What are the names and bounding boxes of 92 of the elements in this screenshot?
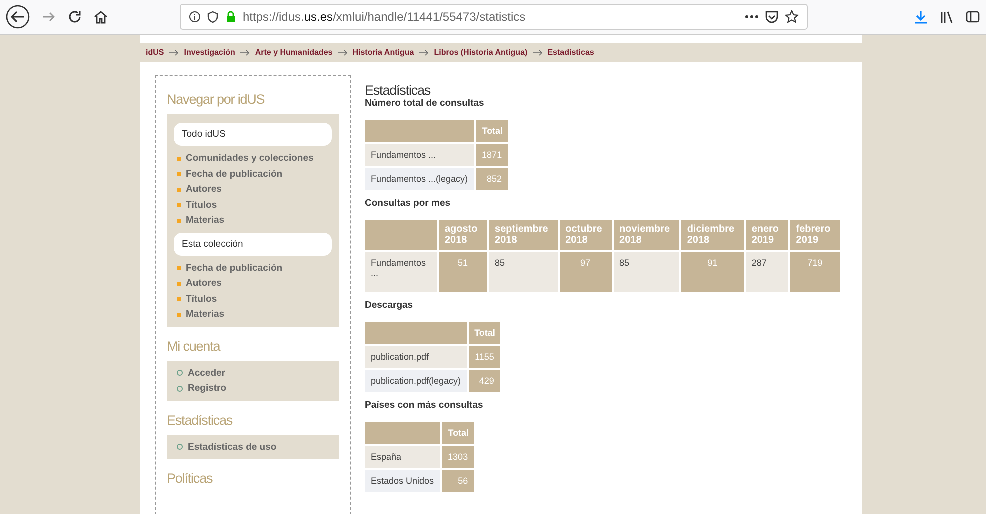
arrow-icon — [240, 50, 250, 56]
sidebar-heading: Estadísticas — [167, 412, 234, 428]
bullet-icon — [177, 188, 181, 192]
header-cell: noviembre 2018 — [614, 220, 680, 250]
sidebar-link[interactable]: Autores — [186, 182, 222, 198]
table-cell: España — [365, 446, 440, 468]
library-icon[interactable] — [940, 10, 954, 24]
breadcrumb-link[interactable]: idUS — [146, 48, 164, 57]
table-cell: 429 — [469, 370, 500, 392]
section-heading: Países con más consultas — [365, 400, 484, 411]
group-header: Todo idUS — [174, 123, 332, 146]
sidebar-heading: Políticas — [167, 471, 214, 486]
section-heading: Número total de consultas — [365, 98, 486, 109]
bullet-icon — [177, 156, 181, 161]
table-cell: Estados Unidos — [365, 470, 440, 492]
arrow-icon — [419, 50, 430, 56]
bullet-icon — [177, 266, 181, 270]
header-cell: agosto 2018 — [439, 220, 488, 250]
table-cell: 1871 — [476, 144, 508, 166]
breadcrumb-link[interactable]: Estadísticas — [548, 48, 594, 57]
breadcrumb-link[interactable]: Historia Antigua — [352, 48, 414, 57]
table-cell: 85 — [489, 252, 558, 292]
sidebar-link[interactable]: Registro — [188, 381, 227, 396]
header-cell: octubre 2018 — [560, 220, 612, 250]
breadcrumb-link[interactable]: Libros (Historia Antigua) — [434, 48, 528, 57]
arrow-icon — [169, 50, 180, 56]
table-cell: 1155 — [469, 346, 500, 368]
forward-icon[interactable] — [42, 10, 56, 24]
table-cell: 719 — [790, 252, 840, 292]
header-cell: diciembre 2018 — [681, 220, 744, 250]
page-title: Estadísticas — [365, 83, 432, 98]
table-cell: publication.pdf(legacy) — [365, 370, 468, 392]
sidebar-link[interactable]: Acceder — [188, 366, 226, 381]
breadcrumb-link[interactable]: Arte y Humanidades — [255, 48, 333, 57]
back-icon[interactable] — [6, 5, 30, 29]
shield-icon — [207, 11, 219, 23]
table-cell: Fundamentos ... — [365, 252, 437, 292]
reload-icon[interactable] — [68, 10, 82, 24]
header-cell: enero 2019 — [746, 220, 788, 250]
group-header: Esta colección — [174, 232, 332, 256]
header-cell: Total — [469, 322, 500, 344]
table-cell: 1303 — [442, 446, 474, 468]
header-cell — [365, 220, 437, 250]
sidebar-heading: Mi cuenta — [167, 338, 222, 354]
table-cell: Fundamentos ...(legacy) — [365, 168, 474, 190]
bullet-icon — [177, 203, 181, 208]
sidebar-link[interactable]: Comunidades y colecciones — [186, 151, 314, 166]
sidebar-link[interactable]: Materias — [186, 307, 225, 322]
sidebar-link[interactable]: Títulos — [186, 198, 218, 213]
table-cell: publication.pdf — [365, 346, 468, 368]
table-cell: 85 — [614, 252, 680, 292]
sidebar-icon[interactable] — [966, 10, 980, 24]
sidebar-link[interactable]: Materias — [186, 213, 225, 228]
arrow-icon — [532, 50, 543, 56]
sidebar-link[interactable]: Fecha de publicación — [186, 260, 283, 276]
arrow-icon — [338, 50, 348, 56]
download-icon[interactable] — [914, 10, 928, 24]
header-cell: Total — [476, 120, 508, 142]
sidebar-link[interactable]: Fecha de publicación — [186, 166, 283, 182]
table-cell: 852 — [476, 168, 508, 190]
bullet-icon — [177, 312, 181, 317]
table-cell: 56 — [442, 470, 474, 492]
bullet-icon — [177, 444, 183, 450]
lock-icon — [225, 11, 237, 23]
header-cell: febrero 2019 — [790, 220, 840, 250]
bullet-icon — [177, 172, 181, 176]
home-icon[interactable] — [94, 10, 108, 24]
table-cell: 287 — [746, 252, 788, 292]
url-text: https://idus.us.es/xmlui/handle/11441/55473/statistics — [243, 10, 527, 24]
bullet-icon — [177, 370, 183, 376]
header-cell: Total — [442, 422, 474, 444]
breadcrumb-link[interactable]: Investigación — [184, 48, 236, 57]
sidebar-link[interactable]: Autores — [186, 276, 222, 292]
sidebar-link[interactable]: Títulos — [186, 292, 218, 307]
address-bar[interactable]: https://idus.us.es/xmlui/handle/11441/55473/statistics — [180, 4, 808, 30]
info-icon — [189, 11, 201, 23]
section-heading: Descargas — [365, 300, 414, 311]
table-cell: 97 — [560, 252, 612, 292]
pocket-icon[interactable] — [765, 10, 779, 24]
table-cell: Fundamentos ... — [365, 144, 474, 166]
header-cell: septiembre 2018 — [489, 220, 558, 250]
table-cell: 91 — [681, 252, 744, 292]
bullet-icon — [177, 386, 183, 392]
sidebar-link[interactable]: Estadísticas de uso — [188, 440, 277, 455]
sidebar-heading: Navegar por idUS — [167, 92, 266, 107]
star-icon[interactable] — [785, 10, 799, 24]
bullet-icon — [177, 218, 181, 223]
section-heading: Consultas por mes — [365, 198, 452, 209]
more-icon[interactable] — [745, 15, 759, 19]
bullet-icon — [177, 297, 181, 302]
table-cell: 51 — [439, 252, 488, 292]
bullet-icon — [177, 282, 181, 286]
